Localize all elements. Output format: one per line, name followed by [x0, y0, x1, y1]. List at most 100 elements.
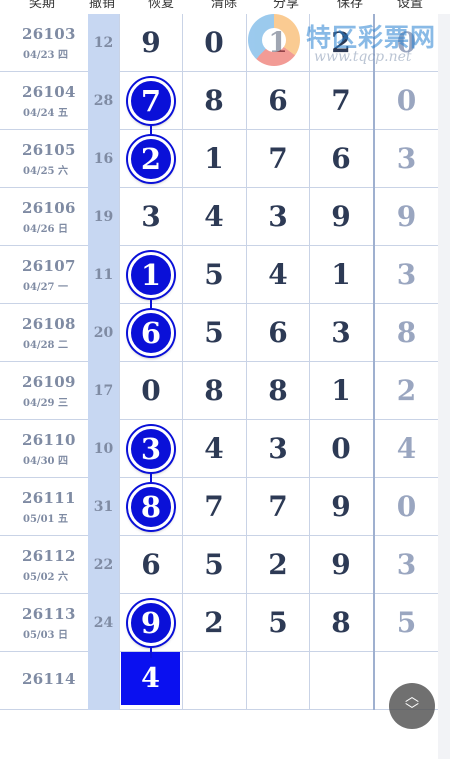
- digit-cell[interactable]: 6: [119, 536, 182, 594]
- period-cell: 26108 04/28 二: [0, 304, 88, 362]
- hit-connector: [150, 124, 152, 136]
- table-row: 26105 04/25 六 16 1 7 6 3: [0, 130, 450, 188]
- digit-cell[interactable]: 7: [182, 478, 245, 536]
- digit-cell[interactable]: [182, 652, 245, 710]
- digit-cell[interactable]: 8: [182, 362, 245, 420]
- digit-cell[interactable]: 2: [373, 362, 438, 420]
- period-date: 04/25 六: [23, 166, 68, 177]
- period-number: 26110: [22, 431, 76, 449]
- hit-connector: [150, 298, 152, 310]
- table-row: 26112 05/02 六 22 6 5 2 9 3: [0, 536, 450, 594]
- digit-cell[interactable]: 5: [246, 594, 309, 652]
- digit-cell[interactable]: 0: [309, 420, 372, 478]
- digit-cell[interactable]: 9: [309, 188, 372, 246]
- digit-cell[interactable]: 4: [246, 246, 309, 304]
- miss-count: 19: [88, 188, 119, 246]
- period-cell: 26111 05/01 五: [0, 478, 88, 536]
- digit-cell[interactable]: 8: [246, 362, 309, 420]
- settings-button[interactable]: 设置: [382, 0, 438, 14]
- digit-cell[interactable]: 5: [182, 536, 245, 594]
- redo-button[interactable]: 恢复: [133, 0, 189, 14]
- digit-cell[interactable]: 3: [246, 420, 309, 478]
- period-cell: 26114: [0, 652, 88, 710]
- miss-count: [88, 652, 119, 710]
- digit-cell[interactable]: 7: [246, 478, 309, 536]
- digit-cell[interactable]: 2: [246, 536, 309, 594]
- period-number: 26111: [22, 489, 76, 507]
- period-date: 04/27 一: [23, 282, 68, 293]
- digit-cell[interactable]: 5: [182, 246, 245, 304]
- period-date: 04/24 五: [23, 108, 68, 119]
- digit-cell[interactable]: 7: [246, 130, 309, 188]
- digit-cell[interactable]: 3: [309, 304, 372, 362]
- period-date: 05/01 五: [23, 514, 68, 525]
- digit-cell[interactable]: 9: [373, 188, 438, 246]
- digit-cell[interactable]: 4: [182, 420, 245, 478]
- period-date: 04/28 二: [23, 340, 68, 351]
- period-date: 04/30 四: [23, 456, 68, 467]
- digit-cell[interactable]: 3: [373, 536, 438, 594]
- digit-cell[interactable]: 8: [182, 72, 245, 130]
- period-cell: 26104 04/24 五: [0, 72, 88, 130]
- digit-cell[interactable]: 1: [182, 130, 245, 188]
- chevron-down-icon: ﹀: [405, 703, 419, 719]
- pending-hit: 4: [121, 652, 180, 705]
- digit-cell[interactable]: 0: [182, 14, 245, 72]
- digit-cell[interactable]: 6: [309, 130, 372, 188]
- share-button[interactable]: 分享: [258, 0, 314, 14]
- digit-cell[interactable]: 5: [182, 304, 245, 362]
- digit-cell[interactable]: 0: [373, 478, 438, 536]
- clear-button[interactable]: 清除: [196, 0, 252, 14]
- digit-cell[interactable]: 9: [309, 478, 372, 536]
- period-number: 26105: [22, 141, 76, 159]
- digit-cell[interactable]: 4: [182, 188, 245, 246]
- scrollbar[interactable]: [438, 14, 450, 759]
- digit-cell[interactable]: 9: [309, 536, 372, 594]
- digit-cell[interactable]: [309, 652, 372, 710]
- period-date: 05/03 日: [23, 630, 68, 641]
- digit-cell[interactable]: 9: [119, 14, 182, 72]
- digit-cell[interactable]: 6: [246, 304, 309, 362]
- scroll-top-button[interactable]: ︿ ﹀: [389, 683, 435, 729]
- table-row: 26108 04/28 二 20 5 6 3 8: [0, 304, 450, 362]
- digit-cell[interactable]: 3: [119, 188, 182, 246]
- digit-cell[interactable]: 3: [246, 188, 309, 246]
- miss-count: 16: [88, 130, 119, 188]
- digit-cell[interactable]: 4: [373, 420, 438, 478]
- digit-cell[interactable]: 1: [309, 246, 372, 304]
- digit-cell[interactable]: 2: [182, 594, 245, 652]
- digit-cell[interactable]: 0: [373, 72, 438, 130]
- miss-count: 11: [88, 246, 119, 304]
- table-row: 26113 05/03 日 24 2 5 8 5: [0, 594, 450, 652]
- period-cell: 26107 04/27 一: [0, 246, 88, 304]
- period-cell: 26103 04/23 四: [0, 14, 88, 72]
- miss-count: 22: [88, 536, 119, 594]
- period-number: 26114: [22, 670, 76, 688]
- period-cell: 26112 05/02 六: [0, 536, 88, 594]
- save-button[interactable]: 保存: [322, 0, 378, 14]
- period-number: 26103: [22, 25, 76, 43]
- digit-cell[interactable]: 0: [119, 362, 182, 420]
- digit-cell[interactable]: 7: [309, 72, 372, 130]
- miss-count: 20: [88, 304, 119, 362]
- hit-connector: [150, 646, 152, 658]
- digit-cell[interactable]: 8: [373, 304, 438, 362]
- period-cell: 26110 04/30 四: [0, 420, 88, 478]
- miss-count: 10: [88, 420, 119, 478]
- digit-cell[interactable]: 5: [373, 594, 438, 652]
- digit-cell[interactable]: 3: [373, 130, 438, 188]
- watermark: 特区彩票网 www.tqcp.net: [248, 14, 448, 74]
- table-row: 26110 04/30 四 10 4 3 0 4: [0, 420, 450, 478]
- table-row: 26111 05/01 五 31 7 7 9 0: [0, 478, 450, 536]
- digit-cell[interactable]: 8: [309, 594, 372, 652]
- period-date: 04/23 四: [23, 50, 68, 61]
- miss-count: 17: [88, 362, 119, 420]
- digit-cell[interactable]: 3: [373, 246, 438, 304]
- digit-cell[interactable]: 1: [309, 362, 372, 420]
- period-number: 26109: [22, 373, 76, 391]
- hit-ball: 8: [128, 484, 174, 530]
- digit-cell[interactable]: [246, 652, 309, 710]
- period-number: 26113: [22, 605, 76, 623]
- digit-cell[interactable]: 6: [246, 72, 309, 130]
- undo-button[interactable]: 撤销: [84, 0, 120, 14]
